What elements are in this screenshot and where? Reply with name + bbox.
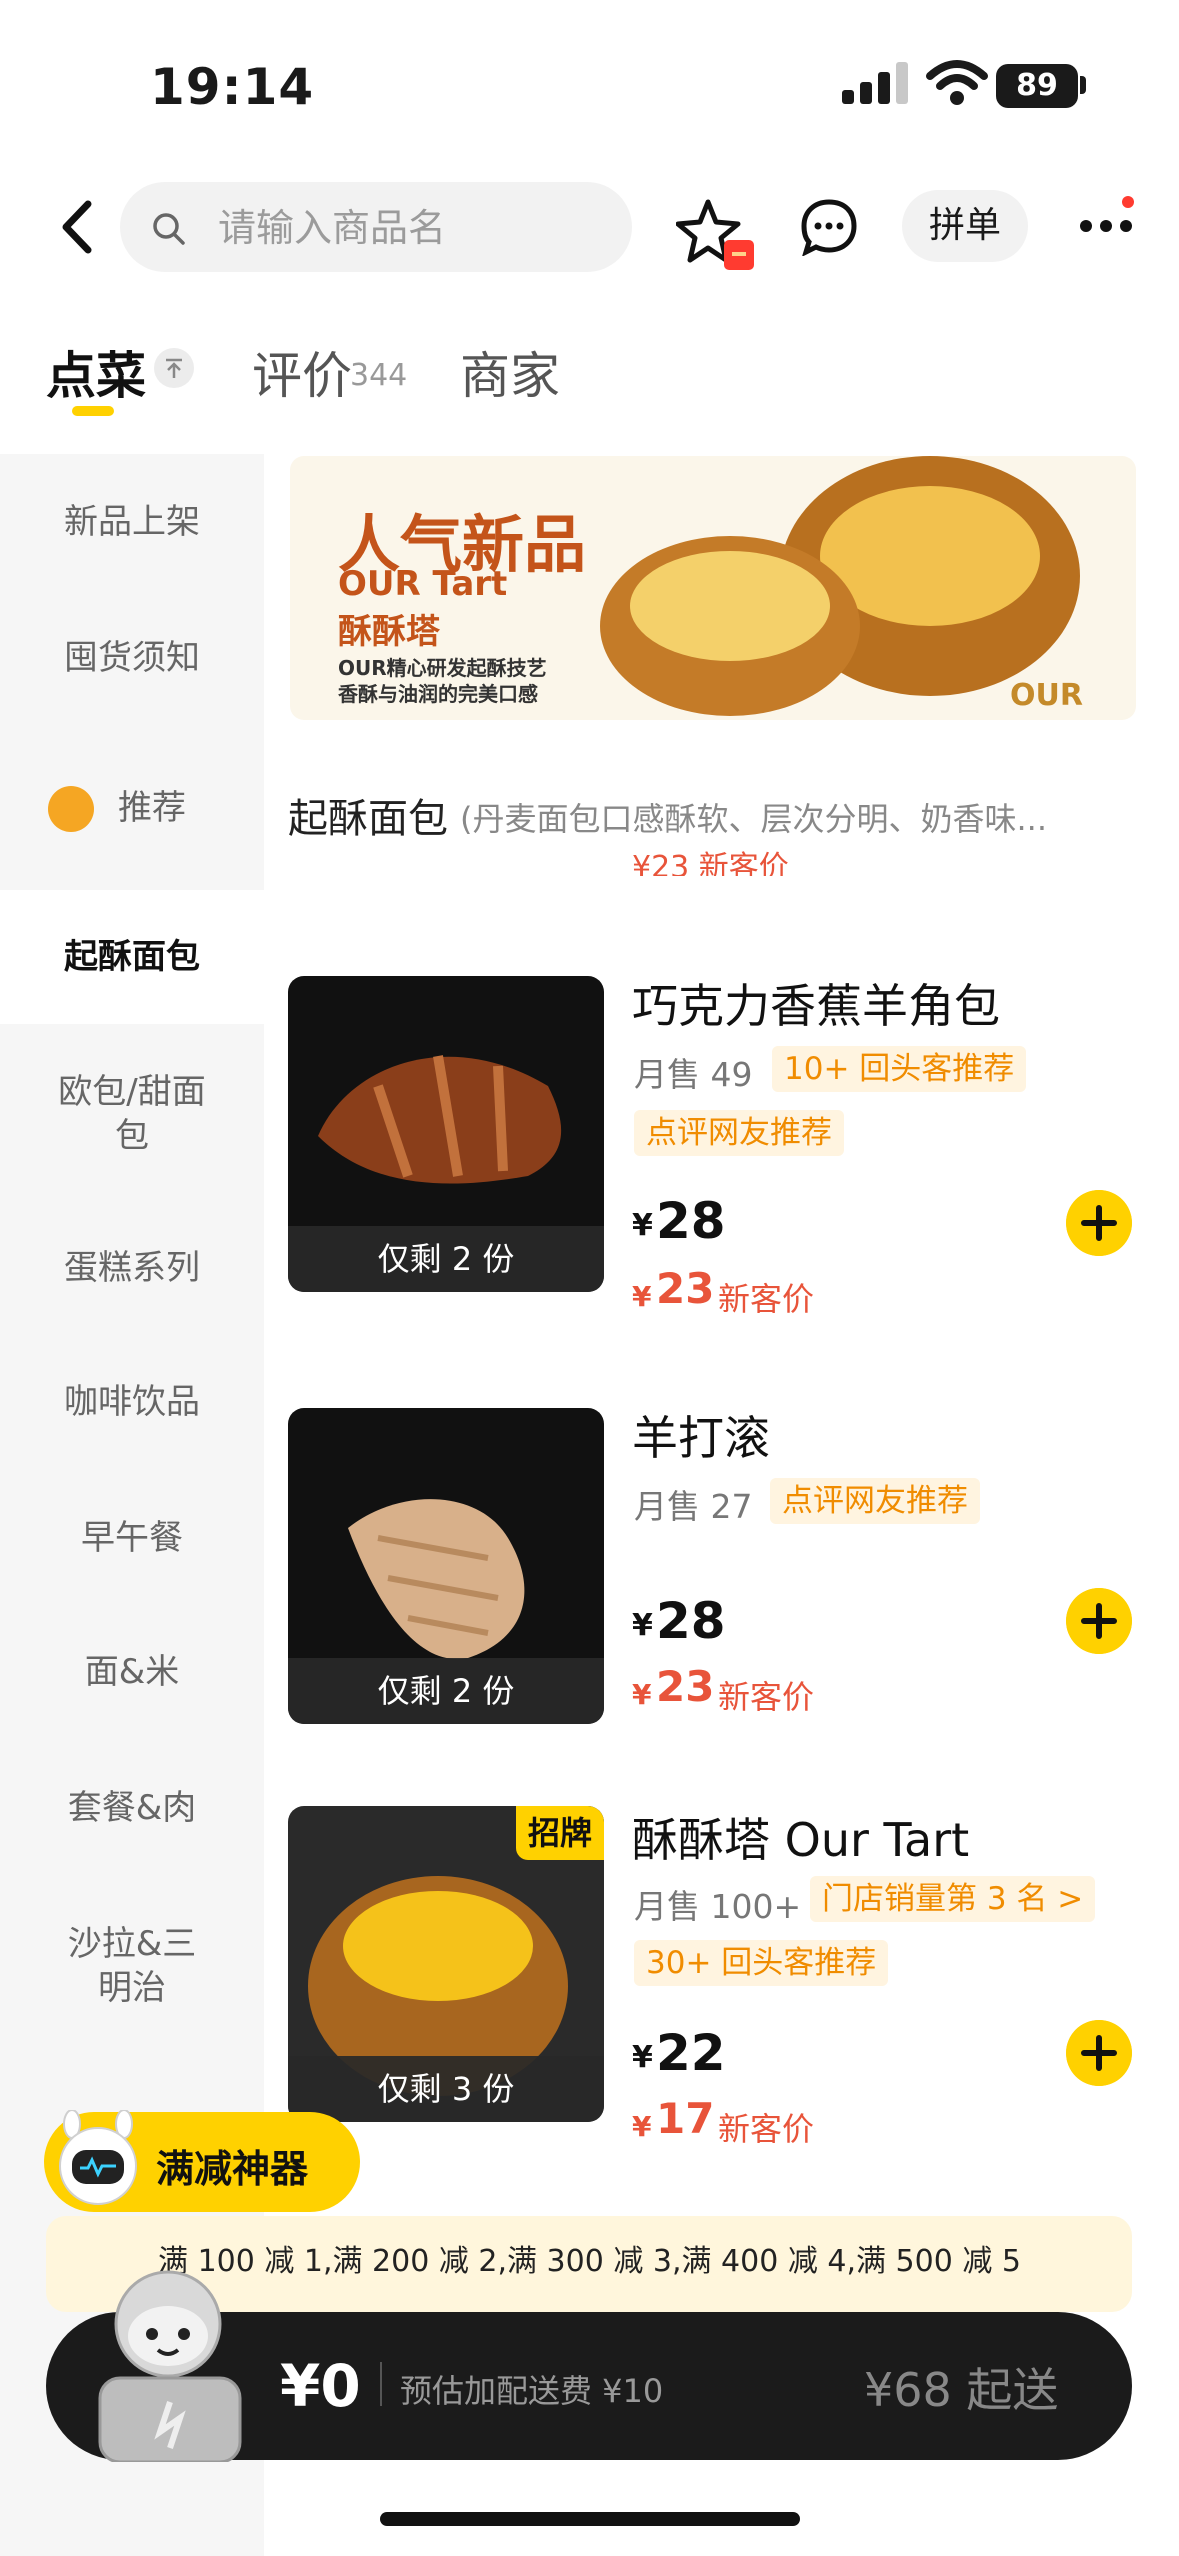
sidebar-item-pastry[interactable]: 起酥面包 xyxy=(0,890,264,1024)
add-to-cart-button[interactable] xyxy=(1066,1588,1132,1654)
section-subtitle: (丹麦面包口感酥软、层次分明、奶香味... xyxy=(460,800,1048,838)
sidebar-item-euro-bread[interactable]: 欧包/甜面包 xyxy=(0,1070,264,1158)
sidebar-item-coffee[interactable]: 咖啡饮品 xyxy=(0,1380,264,1424)
sidebar-item-new[interactable]: 新品上架 xyxy=(0,500,264,544)
new-customer-label: 新客价 xyxy=(718,1678,815,1716)
price-symbol: ¥ xyxy=(632,1208,653,1243)
cart-total: ¥0 xyxy=(280,2352,361,2420)
search-input[interactable] xyxy=(218,200,598,256)
monthly-sales: 月售 49 xyxy=(634,1055,753,1094)
back-arrow-icon[interactable] xyxy=(52,192,112,262)
new-customer-price: 23 xyxy=(656,1264,715,1313)
tag-repeat-customer: 10+ 回头客推荐 xyxy=(772,1046,1027,1092)
banner-english: OUR Tart xyxy=(338,564,508,604)
product-name[interactable]: 巧克力香蕉羊角包 xyxy=(632,970,1000,1036)
cart-robot-icon[interactable] xyxy=(86,2262,256,2462)
banner-chinese: 酥酥塔 xyxy=(338,612,440,652)
sidebar-item-stock-notice[interactable]: 囤货须知 xyxy=(0,636,264,680)
sidebar-item-salad-sandwich[interactable]: 沙拉&三明治 xyxy=(0,1922,264,2010)
new-customer-price: 23 xyxy=(656,1662,715,1711)
message-icon[interactable] xyxy=(800,198,858,256)
banner-desc-line1: OUR精心研发起酥技艺 xyxy=(338,656,547,680)
home-indicator[interactable] xyxy=(380,2512,800,2526)
add-to-cart-button[interactable] xyxy=(1066,1190,1132,1256)
tab-merchant[interactable]: 商家 xyxy=(460,336,560,408)
favorite-star-icon[interactable] xyxy=(676,196,758,276)
partial-new-price: ¥23 新客价 xyxy=(632,850,789,876)
banner-desc-line2: 香酥与油润的完美口感 xyxy=(338,682,538,706)
new-customer-label: 新客价 xyxy=(718,2110,815,2148)
product-name[interactable]: 酥酥塔 Our Tart xyxy=(632,1804,969,1870)
robot-mascot-icon xyxy=(59,2110,137,2205)
tag-reviewer-recommend: 点评网友推荐 xyxy=(634,1110,844,1156)
notification-dot xyxy=(1122,196,1134,208)
group-order-button[interactable]: 拼单 xyxy=(902,190,1028,262)
monthly-sales: 月售 100+ xyxy=(634,1887,802,1926)
signature-badge: 招牌 xyxy=(516,1806,604,1860)
price-symbol: ¥ xyxy=(632,2040,653,2075)
product-image[interactable]: 仅剩 2 份 xyxy=(288,1408,604,1724)
sidebar-item-recommend[interactable]: 推荐 xyxy=(0,786,264,830)
add-to-cart-button[interactable] xyxy=(1066,2020,1132,2086)
minimum-order[interactable]: ¥68 起送 xyxy=(864,2354,1058,2420)
cart-divider xyxy=(380,2362,382,2406)
discount-helper-label: 满减神器 xyxy=(156,2147,309,2191)
price: 28 xyxy=(656,1192,726,1250)
review-count: 344 xyxy=(350,358,408,393)
wifi-icon xyxy=(926,60,988,105)
tag-reviewer-recommend: 点评网友推荐 xyxy=(770,1478,980,1524)
product-image[interactable]: 仅剩 2 份 xyxy=(288,976,604,1292)
product-image[interactable]: 仅剩 3 份 招牌 xyxy=(288,1806,604,2122)
tag-repeat-customer: 30+ 回头客推荐 xyxy=(634,1940,889,1986)
product-name[interactable]: 羊打滚 xyxy=(632,1402,770,1468)
search-icon xyxy=(153,213,185,245)
battery-cap xyxy=(1080,76,1086,94)
section-title: 起酥面包 xyxy=(288,796,448,842)
battery-indicator: 89 xyxy=(996,64,1078,108)
sidebar-item-noodle-rice[interactable]: 面&米 xyxy=(0,1650,264,1694)
stock-label: 仅剩 2 份 xyxy=(288,1658,604,1724)
delivery-fee: 预估加配送费 ¥10 xyxy=(400,2372,664,2410)
new-price-symbol: ¥ xyxy=(632,1280,652,1313)
cellular-signal-icon xyxy=(842,62,908,104)
price: 28 xyxy=(656,1592,726,1650)
price: 22 xyxy=(656,2024,726,2082)
new-customer-label: 新客价 xyxy=(718,1280,815,1318)
more-options-icon[interactable] xyxy=(1076,204,1136,244)
pin-top-icon xyxy=(154,348,194,388)
new-customer-price: 17 xyxy=(656,2094,715,2143)
tag-store-rank[interactable]: 门店销量第 3 名 > xyxy=(810,1876,1096,1922)
tab-dishes[interactable]: 点菜 xyxy=(46,336,146,408)
stock-label: 仅剩 3 份 xyxy=(288,2056,604,2122)
sidebar-item-brunch[interactable]: 早午餐 xyxy=(0,1516,264,1560)
tab-reviews[interactable]: 评价 xyxy=(252,336,352,408)
sidebar-item-cake[interactable]: 蛋糕系列 xyxy=(0,1246,264,1290)
status-time: 19:14 xyxy=(150,58,315,116)
new-price-symbol: ¥ xyxy=(632,2110,652,2143)
sidebar-item-set-meat[interactable]: 套餐&肉 xyxy=(0,1786,264,1830)
monthly-sales: 月售 27 xyxy=(634,1487,753,1526)
active-tab-indicator xyxy=(72,406,114,416)
price-symbol: ¥ xyxy=(632,1608,653,1643)
stock-label: 仅剩 2 份 xyxy=(288,1226,604,1292)
banner-logo: OUR xyxy=(1010,678,1083,713)
new-price-symbol: ¥ xyxy=(632,1678,652,1711)
promo-banner[interactable]: 人气新品 OUR Tart 酥酥塔 OUR精心研发起酥技艺 香酥与油润的完美口感… xyxy=(290,456,1136,720)
